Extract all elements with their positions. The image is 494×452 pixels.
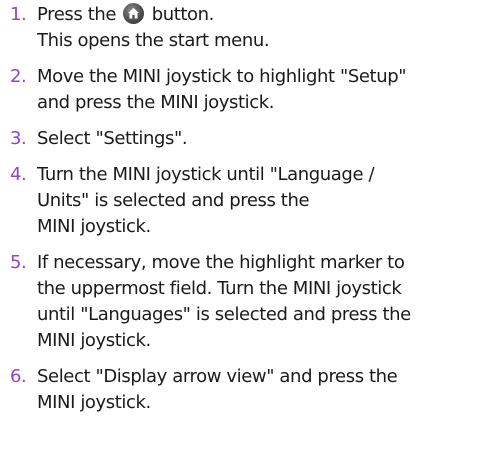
instruction-steps: 1. Press the button. This opens the star…: [10, 0, 492, 426]
step-1: 1. Press the button. This opens the star…: [10, 2, 492, 54]
step-number: 6.: [10, 366, 27, 387]
step-text: Press the: [37, 4, 117, 25]
step-line: the uppermost field. Turn the MINI joyst…: [37, 278, 402, 299]
step-number: 4.: [10, 164, 27, 185]
step-number: 1.: [10, 4, 27, 25]
step-line: Select "Display arrow view" and press th…: [37, 366, 398, 387]
step-number: 3.: [10, 128, 27, 149]
step-4: 4. Turn the MINI joystick until "Languag…: [10, 162, 492, 240]
step-3: 3. Select "Settings".: [10, 126, 492, 152]
step-number: 5.: [10, 252, 27, 273]
step-line: Press the button.: [37, 2, 492, 28]
step-5: 5. If necessary, move the highlight mark…: [10, 250, 492, 354]
step-6: 6. Select "Display arrow view" and press…: [10, 364, 492, 416]
step-line: MINI joystick.: [37, 216, 151, 237]
step-line: and press the MINI joystick.: [37, 92, 275, 113]
step-line: Units" is selected and press the: [37, 190, 310, 211]
step-line: If necessary, move the highlight marker …: [37, 252, 405, 273]
step-number: 2.: [10, 66, 27, 87]
step-line: Select "Settings".: [37, 128, 188, 149]
step-line: MINI joystick.: [37, 392, 151, 413]
step-2: 2. Move the MINI joystick to highlight "…: [10, 64, 492, 116]
step-line: This opens the start menu.: [37, 30, 270, 51]
step-line: Turn the MINI joystick until "Language /: [37, 164, 375, 185]
step-text: button.: [151, 4, 215, 25]
step-line: MINI joystick.: [37, 330, 151, 351]
step-line: until "Languages" is selected and press …: [37, 304, 411, 325]
home-button-icon: [123, 3, 145, 24]
step-line: Move the MINI joystick to highlight "Set…: [37, 66, 407, 87]
